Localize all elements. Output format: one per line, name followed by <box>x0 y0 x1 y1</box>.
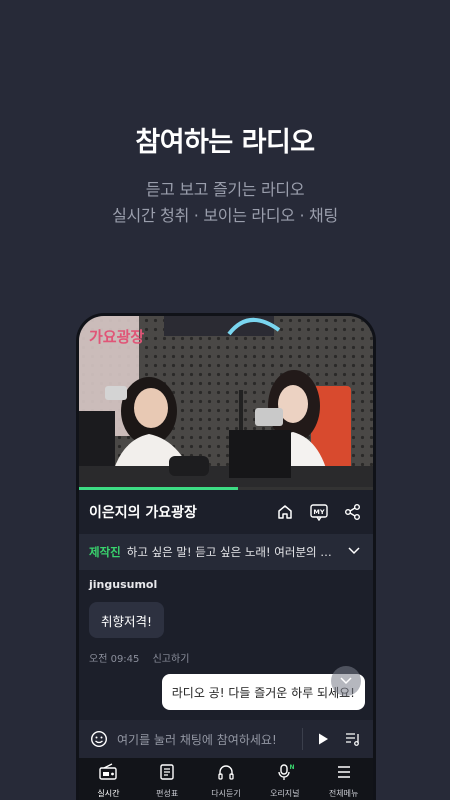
scroll-down-button[interactable] <box>331 666 361 696</box>
chat-message: 취향저격! <box>89 602 165 638</box>
tab-replay[interactable]: 다시듣기 <box>197 758 256 800</box>
notice-text: 하고 싶은 말! 듣고 싶은 노래! 여러분의 일상을 공... <box>126 545 339 559</box>
tab-menu[interactable]: 전체메뉴 <box>314 758 373 800</box>
live-video[interactable]: 가요광장 <box>79 316 373 489</box>
notice-tag: 제작진 <box>89 545 121 559</box>
program-title: 이은지의 가요광장 <box>89 505 197 521</box>
phone-frame: 가요광장 이은지의 가요광장 MY 제작진 하고 싶은 말! 듣고 싶은 노래!… <box>76 313 376 800</box>
schedule-icon <box>158 763 176 785</box>
promo-subtitle-2: 실시간 청취 · 보이는 라디오 · 채팅 <box>112 206 338 225</box>
chat-input-bar: 여기를 눌러 채팅에 참여하세요! <box>79 720 373 758</box>
emoji-icon[interactable] <box>89 729 109 749</box>
home-icon[interactable] <box>275 502 295 522</box>
chat-username: jingusumol <box>89 578 158 591</box>
tab-label: 전체메뉴 <box>328 789 359 798</box>
tab-label: 다시듣기 <box>211 789 241 798</box>
chat-time: 오전 09:45 <box>89 654 140 665</box>
tab-live[interactable]: 실시간 <box>79 758 138 800</box>
chat-area[interactable]: jingusumol 취향저격! 오전 09:45 신고하기 라디오 공! 다들… <box>79 570 373 720</box>
svg-text:N: N <box>289 764 294 771</box>
program-header: 이은지의 가요광장 MY <box>79 490 373 534</box>
chat-meta: 오전 09:45 신고하기 <box>89 650 189 665</box>
bottom-tab-bar: 실시간 편성표 다시듣기 N 오리지널 전체메뉴 <box>79 758 373 800</box>
tab-original[interactable]: N 오리지널 <box>255 758 314 800</box>
tab-schedule[interactable]: 편성표 <box>138 758 197 800</box>
svg-text:가요광장: 가요광장 <box>89 328 144 346</box>
mic-icon: N <box>275 763 295 785</box>
play-icon[interactable] <box>313 729 333 749</box>
headphones-icon <box>217 763 235 785</box>
tab-label: 편성표 <box>156 789 179 798</box>
chevron-down-icon[interactable] <box>347 545 363 559</box>
svg-text:MY: MY <box>313 508 324 516</box>
radio-icon <box>98 763 118 785</box>
report-button[interactable]: 신고하기 <box>153 654 190 665</box>
input-divider <box>302 728 303 750</box>
menu-icon <box>335 763 353 785</box>
studio-video-frame: 가요광장 <box>79 316 373 489</box>
promo-headline: 참여하는 라디오 <box>135 127 315 158</box>
playlist-icon[interactable] <box>343 729 363 749</box>
producer-notice[interactable]: 제작진 하고 싶은 말! 듣고 싶은 노래! 여러분의 일상을 공... <box>79 534 373 570</box>
tab-label: 오리지널 <box>270 789 300 798</box>
phone-screen: 가요광장 이은지의 가요광장 MY 제작진 하고 싶은 말! 듣고 싶은 노래!… <box>79 316 373 800</box>
share-icon[interactable] <box>343 502 363 522</box>
my-icon[interactable]: MY <box>309 502 329 522</box>
chat-input[interactable]: 여기를 눌러 채팅에 참여하세요! <box>117 731 292 748</box>
tab-label: 실시간 <box>97 789 120 798</box>
promo-subtitle-1: 듣고 보고 즐기는 라디오 <box>145 180 305 199</box>
